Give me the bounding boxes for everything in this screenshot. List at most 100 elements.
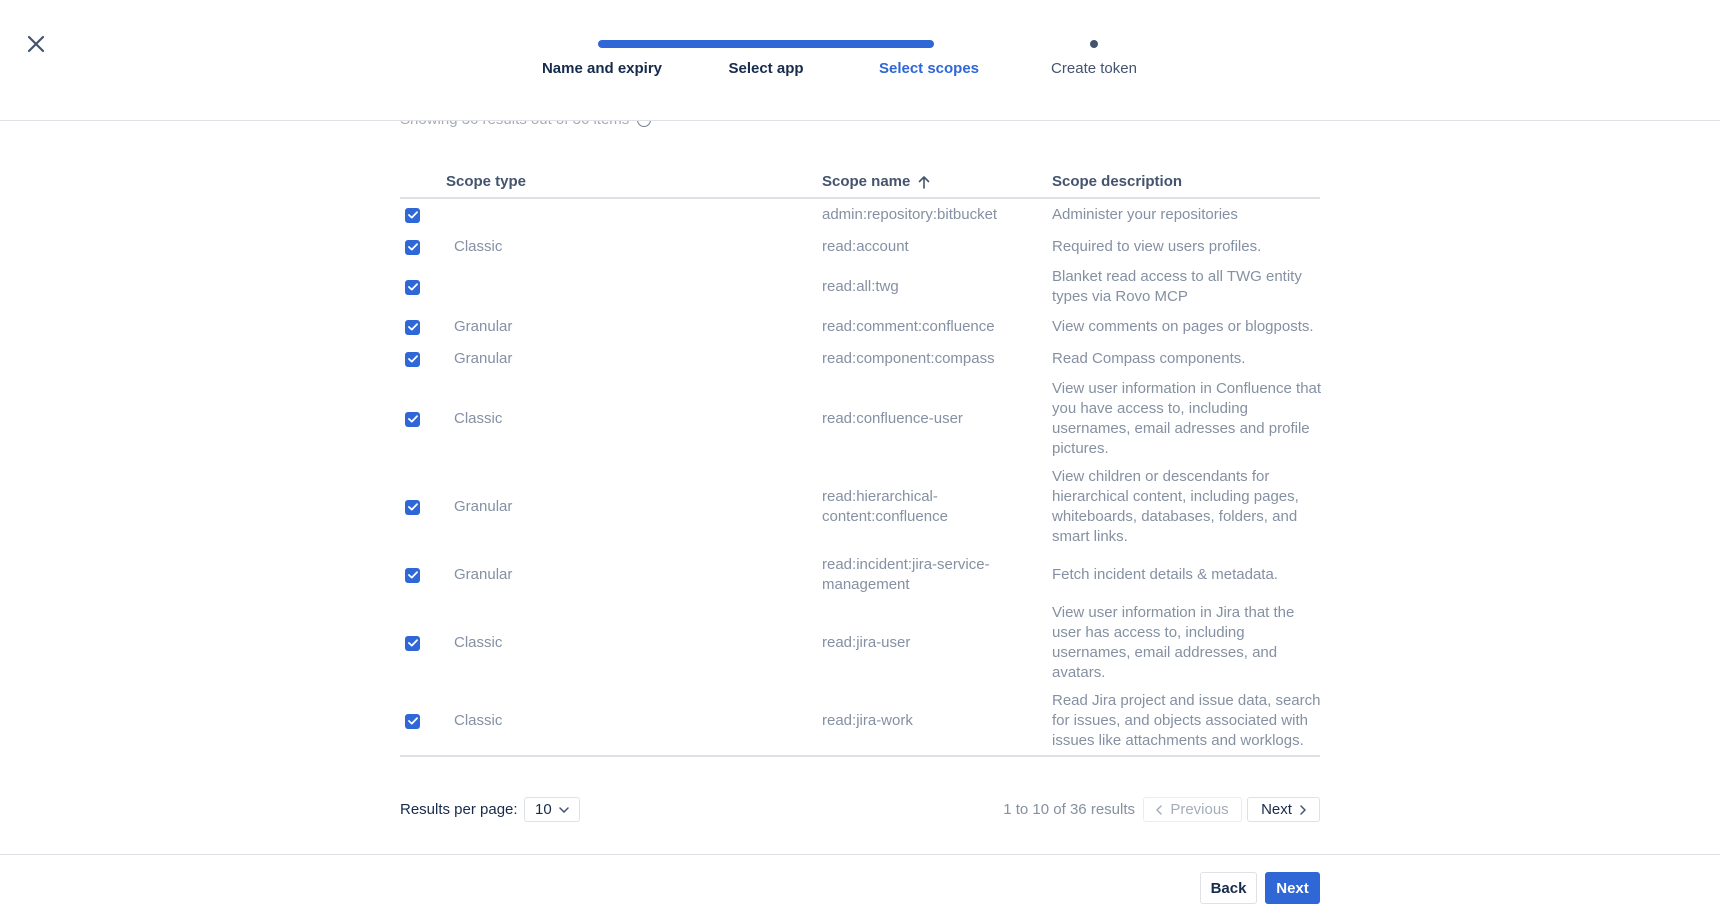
table-row: read:all:twg Blanket read access to all T…: [400, 263, 1320, 311]
column-header-scope-type: Scope type: [446, 173, 527, 190]
row-checkbox-cell: [405, 351, 420, 367]
table-row: Classic read:jira-work Read Jira project a…: [400, 687, 1320, 755]
wizard-header: Name and expiry Select app Select scopes…: [0, 0, 1720, 121]
next-page-button[interactable]: Next: [1247, 797, 1320, 822]
scope-type: Granular: [454, 350, 513, 367]
scope-description: Required to view users profiles.: [1052, 238, 1262, 255]
next-page-label: Next: [1261, 801, 1292, 818]
wizard-footer: Back Next: [0, 854, 1720, 919]
row-checkbox[interactable]: [405, 567, 420, 583]
column-header-scope-name-label: Scope name: [822, 173, 911, 190]
row-checkbox[interactable]: [405, 713, 420, 729]
results-per-page-select[interactable]: 10: [524, 797, 580, 822]
table-row: Classic read:jira-user View user informati…: [400, 599, 1320, 687]
scope-name: read:all:twg: [822, 278, 899, 295]
table-row: Granular read:hierarchical-content:conflu…: [400, 463, 1320, 551]
checkmark-icon: [407, 639, 418, 647]
row-checkbox-cell: [405, 279, 420, 295]
table-bottom-border: [400, 755, 1320, 757]
checkmark-icon: [407, 283, 418, 291]
scope-name: read:jira-work: [822, 712, 913, 729]
results-range-text: 1 to 10 of 36 results: [1003, 801, 1135, 818]
row-checkbox-cell: [405, 499, 420, 515]
scope-name: read:account: [822, 238, 909, 255]
checkmark-icon: [407, 415, 418, 423]
scope-name: read:confluence-user: [822, 410, 963, 427]
column-header-scope-description: Scope description: [1052, 173, 1183, 190]
table-row: Granular read:incident:jira-service-manag…: [400, 551, 1320, 599]
checkmark-icon: [407, 717, 418, 725]
checkmark-icon: [407, 323, 418, 331]
column-header-scope-name[interactable]: Scope name: [822, 173, 930, 190]
scope-description: Blanket read access to all TWG entity ty…: [1052, 268, 1302, 305]
chevron-left-icon: [1156, 804, 1163, 815]
row-checkbox-cell: [405, 635, 420, 651]
close-icon: [27, 35, 45, 53]
step-select-scopes: Select scopes: [878, 60, 980, 77]
scope-description: Fetch incident details & metadata.: [1052, 566, 1278, 583]
row-checkbox[interactable]: [405, 635, 420, 651]
scope-type: Classic: [454, 712, 503, 729]
scope-name: read:component:compass: [822, 350, 995, 367]
close-button[interactable]: [22, 30, 50, 58]
scope-name: read:hierarchical-content:confluence: [822, 488, 948, 525]
results-per-page-value: 10: [535, 801, 552, 818]
back-button[interactable]: Back: [1200, 872, 1257, 904]
table-row: Granular read:comment:confluence View comm…: [400, 311, 1320, 343]
row-checkbox-cell: [405, 239, 420, 255]
scope-type: Classic: [454, 634, 503, 651]
step-create-token: Create token: [1051, 60, 1137, 77]
scope-description: Read Jira project and issue data, search…: [1052, 692, 1321, 749]
scope-description: Read Compass components.: [1052, 350, 1246, 367]
scopes-table: Scope type Scope name Scope description …: [400, 165, 1322, 757]
row-checkbox[interactable]: [405, 411, 420, 427]
row-checkbox[interactable]: [405, 239, 420, 255]
table-row: Granular read:component:compass Read Compa…: [400, 343, 1320, 375]
table-header: Scope type Scope name Scope description: [400, 165, 1320, 199]
checkmark-icon: [407, 355, 418, 363]
progress-dot: [1090, 40, 1098, 48]
row-checkbox-cell: [405, 207, 420, 223]
table-row: Classic read:confluence-user View user inf…: [400, 375, 1322, 463]
row-checkbox[interactable]: [405, 279, 420, 295]
row-checkbox[interactable]: [405, 207, 420, 223]
table-row: Classic read:account Required to view user…: [400, 231, 1320, 263]
row-checkbox-cell: [405, 411, 420, 427]
scope-description: View user information in Confluence that…: [1052, 380, 1322, 457]
scope-description: View user information in Jira that the u…: [1052, 604, 1295, 681]
table-row: admin:repository:bitbucket Administer you…: [400, 199, 1320, 231]
row-checkbox[interactable]: [405, 319, 420, 335]
checkmark-icon: [407, 243, 418, 251]
previous-page-label: Previous: [1170, 801, 1229, 818]
results-per-page-label: Results per page:: [400, 801, 518, 818]
row-checkbox-cell: [405, 319, 420, 335]
scope-type: Granular: [454, 498, 513, 515]
scope-name: read:incident:jira-service-management: [822, 556, 990, 593]
checkmark-icon: [407, 211, 418, 219]
row-checkbox-cell: [405, 567, 420, 583]
scope-description: View comments on pages or blogposts.: [1052, 318, 1314, 335]
step-select-app: Select app: [728, 60, 804, 77]
pagination: Results per page: 10 1 to 10 of 36 resul…: [400, 797, 1320, 823]
row-checkbox-cell: [405, 713, 420, 729]
scope-description: Administer your repositories: [1052, 206, 1238, 223]
next-button[interactable]: Next: [1265, 872, 1320, 904]
scope-name: read:comment:confluence: [822, 318, 995, 335]
step-name-and-expiry: Name and expiry: [541, 60, 663, 77]
row-checkbox[interactable]: [405, 351, 420, 367]
scope-name: read:jira-user: [822, 634, 911, 651]
scope-description: View children or descendants for hierarc…: [1052, 468, 1299, 545]
chevron-down-icon: [559, 806, 569, 813]
scope-name: admin:repository:bitbucket: [822, 206, 998, 223]
checkmark-icon: [407, 503, 418, 511]
chevron-right-icon: [1300, 804, 1306, 815]
checkmark-icon: [407, 571, 418, 579]
previous-page-button[interactable]: Previous: [1143, 797, 1242, 822]
scope-type: Granular: [454, 566, 513, 583]
row-checkbox[interactable]: [405, 499, 420, 515]
scope-type: Granular: [454, 318, 513, 335]
arrow-up-icon: [919, 175, 930, 189]
scope-type: Classic: [454, 238, 503, 255]
scope-type: Classic: [454, 410, 503, 427]
progress-bar: [598, 40, 934, 48]
